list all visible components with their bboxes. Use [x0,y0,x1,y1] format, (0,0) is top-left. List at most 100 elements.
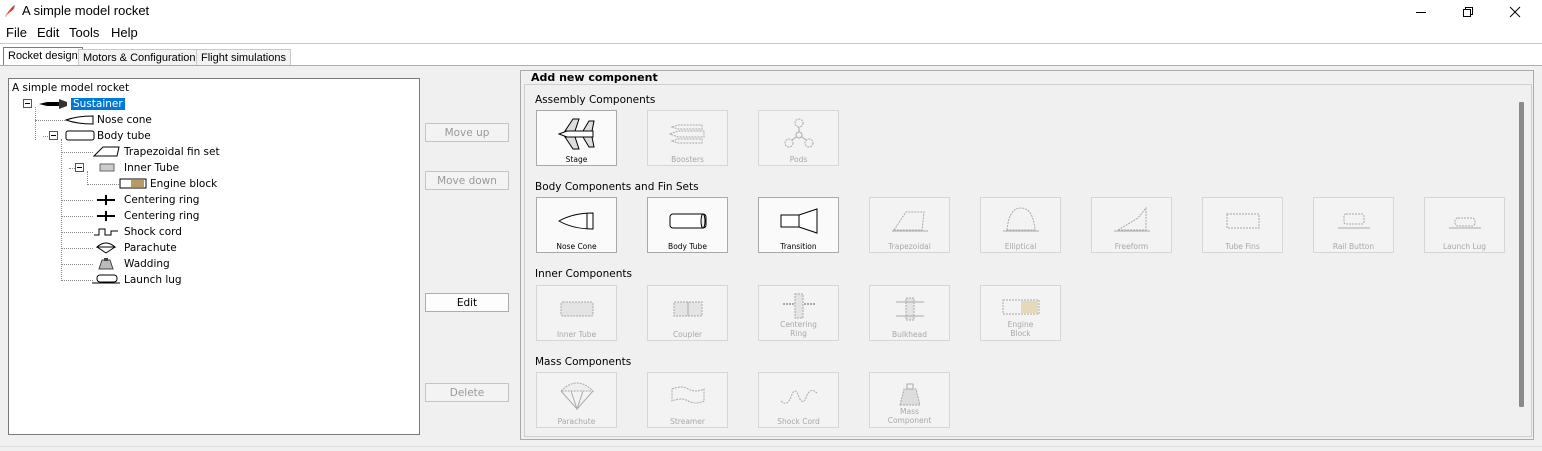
component-label: Parachute [557,417,596,426]
tree-item-trapezoidal-fin-set[interactable]: Trapezoidal fin set [124,145,220,159]
stage-icon [557,118,595,150]
minimize-button[interactable] [1398,0,1444,24]
component-label: Bulkhead [891,330,928,339]
nose-cone-icon [65,115,94,125]
component-label: Component [887,416,932,425]
add-inner-tube-button[interactable]: Inner Tube [536,285,617,341]
delete-button[interactable]: Delete [425,383,509,402]
tree-item-centering-ring[interactable]: Centering ring [124,193,199,207]
menu-help[interactable]: Help [111,25,138,40]
tree-item-launch-lug[interactable]: Launch lug [124,273,182,287]
restore-icon [1463,7,1473,17]
add-coupler-button[interactable]: Coupler [647,285,728,341]
add-centering-ring-button[interactable]: Centering Ring [758,285,839,341]
tree-item-engine-block[interactable]: Engine block [150,177,217,191]
component-label: Trapezoidal [888,242,931,251]
add-tube-fins-button[interactable]: Tube Fins [1202,197,1283,253]
component-label: Tube Fins [1225,242,1260,251]
section-title-assembly: Assembly Components [535,94,656,106]
tree-collapse-toggle[interactable] [75,163,84,172]
elliptical-fin-icon [1003,207,1039,232]
add-freeform-fins-button[interactable]: Freeform [1091,197,1172,253]
component-label: Inner Tube [556,330,597,339]
add-nose-cone-button[interactable]: Nose Cone [536,197,617,253]
component-label: Pods [789,155,808,164]
component-label: Elliptical [1004,242,1037,251]
component-list-scrollbar[interactable] [1517,100,1526,410]
section-title-mass-components: Mass Components [535,356,632,368]
add-shock-cord-button[interactable]: Shock Cord [758,372,839,428]
tree-item-centering-ring[interactable]: Centering ring [124,209,199,223]
nose-cone-icon [557,212,594,230]
shock-cord-icon [780,389,818,404]
component-label: Stage [565,155,588,164]
wadding-icon [98,258,114,270]
menu-file[interactable]: File [6,25,27,40]
component-label: Shock Cord [777,417,820,426]
inner-tube-icon [560,301,594,317]
scrollbar-thumb[interactable] [1519,102,1524,407]
tree-item-parachute[interactable]: Parachute [124,241,177,255]
tree-collapse-toggle[interactable] [23,99,32,108]
parachute-icon [559,382,595,411]
add-streamer-button[interactable]: Streamer [647,372,728,428]
tree-item-body-tube[interactable]: Body tube [97,129,151,143]
tree-root[interactable]: A simple model rocket [12,81,129,95]
component-label: Nose Cone [556,242,597,251]
component-label: Boosters [671,155,704,164]
move-down-button[interactable]: Move down [425,171,509,190]
tree-collapse-toggle[interactable] [49,131,58,140]
add-pods-button[interactable]: Pods [758,110,839,166]
divider [0,446,1542,447]
menu-tools[interactable]: Tools [69,25,99,40]
add-stage-button[interactable]: Stage [536,110,617,166]
section-title-inner-components: Inner Components [535,268,632,280]
add-transition-button[interactable]: Transition [758,197,839,253]
window-title: A simple model rocket [22,3,150,18]
edit-button[interactable]: Edit [425,293,509,312]
restore-button[interactable] [1445,0,1491,24]
tree-item-inner-tube[interactable]: Inner Tube [124,161,179,175]
trapezoidal-fin-icon [93,146,120,157]
engine-block-icon [119,178,147,189]
component-label: Launch Lug [1442,242,1487,251]
freeform-fin-icon [1114,206,1150,232]
tree-item-nose-cone[interactable]: Nose cone [97,113,152,127]
add-rail-button-button[interactable]: Rail Button [1313,197,1394,253]
trapezoidal-fin-icon [892,211,928,232]
move-up-button[interactable]: Move up [425,123,509,142]
tab-flight-simulations[interactable]: Flight simulations [196,49,291,66]
tree-item-wadding[interactable]: Wadding [124,257,170,271]
tab-rocket-design[interactable]: Rocket design [3,47,83,66]
component-label: Freeform [1114,242,1149,251]
add-engine-block-button[interactable]: Engine Block [980,285,1061,341]
add-body-tube-button[interactable]: Body Tube [647,197,728,253]
add-elliptical-fins-button[interactable]: Elliptical [980,197,1061,253]
tree-item-sustainer[interactable]: Sustainer [71,97,125,111]
coupler-icon [673,301,703,317]
component-label: Transition [780,242,817,251]
menu-edit[interactable]: Edit [37,25,59,40]
component-label: Block [1010,329,1031,338]
tab-motors-configuration[interactable]: Motors & Configuration [78,49,201,66]
component-tree[interactable]: A simple model rocket Sustainer Nose con… [8,78,420,435]
centering-ring-icon [97,195,115,205]
add-boosters-button[interactable]: Boosters [647,110,728,166]
tab-strip: Rocket design Motors & Configuration Fli… [0,44,1542,66]
close-button[interactable] [1492,0,1538,24]
transition-icon [780,208,818,234]
inner-tube-icon [99,163,115,172]
add-parachute-button[interactable]: Parachute [536,372,617,428]
tree-item-shock-cord[interactable]: Shock cord [124,225,182,239]
component-label: Ring [790,329,807,338]
component-label: Centering [780,320,817,329]
component-label: Mass [900,407,919,416]
launch-lug-icon [92,274,120,284]
add-launch-lug-button[interactable]: Launch Lug [1424,197,1505,253]
add-mass-component-button[interactable]: Mass Component [869,372,950,428]
rail-button-icon [1338,213,1370,229]
title-bar: A simple model rocket [0,0,1542,24]
add-trapezoidal-fins-button[interactable]: Trapezoidal [869,197,950,253]
add-bulkhead-button[interactable]: Bulkhead [869,285,950,341]
pods-icon [784,118,814,148]
